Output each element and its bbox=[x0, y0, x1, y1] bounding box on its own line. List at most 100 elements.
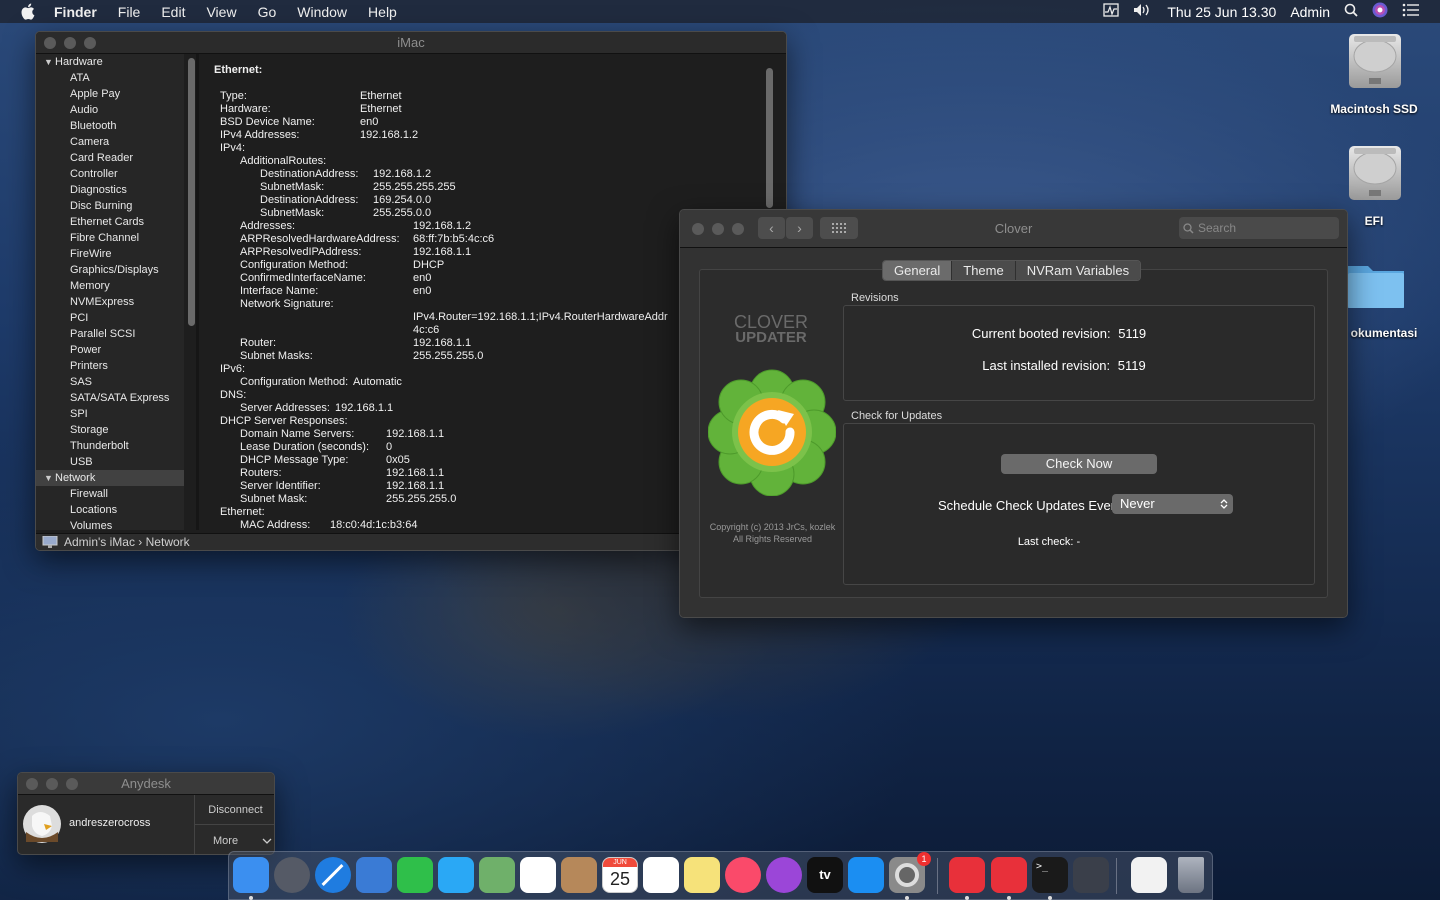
sidebar-item[interactable]: Audio bbox=[36, 102, 184, 118]
sidebar-item[interactable]: Storage bbox=[36, 422, 184, 438]
sidebar-item[interactable]: Controller bbox=[36, 166, 184, 182]
sidebar-item[interactable]: Volumes bbox=[36, 518, 184, 530]
menu-file[interactable]: File bbox=[118, 4, 141, 20]
usb-icon[interactable] bbox=[1073, 857, 1109, 893]
sidebar-item[interactable]: Diagnostics bbox=[36, 182, 184, 198]
maps-icon[interactable] bbox=[479, 857, 515, 893]
sidebar-item[interactable]: Apple Pay bbox=[36, 86, 184, 102]
menu-help[interactable]: Help bbox=[368, 4, 397, 20]
menu-go[interactable]: Go bbox=[258, 4, 277, 20]
menu-view[interactable]: View bbox=[206, 4, 236, 20]
check-now-button[interactable]: Check Now bbox=[1001, 454, 1157, 474]
window-titlebar[interactable]: Anydesk bbox=[18, 773, 274, 795]
sidebar-item[interactable]: ATA bbox=[36, 70, 184, 86]
sidebar-item[interactable]: PCI bbox=[36, 310, 184, 326]
trash-icon[interactable] bbox=[1178, 857, 1204, 893]
app-store-icon[interactable] bbox=[848, 857, 884, 893]
close-button[interactable] bbox=[44, 36, 56, 49]
close-button[interactable] bbox=[692, 222, 704, 235]
sidebar-item[interactable]: Memory bbox=[36, 278, 184, 294]
music-icon[interactable] bbox=[725, 857, 761, 893]
clover-window: ‹ › Clover Search CLOVER UPDATER Copyrig… bbox=[679, 209, 1348, 618]
sidebar-item[interactable]: Camera bbox=[36, 134, 184, 150]
zoom-button[interactable] bbox=[84, 36, 96, 49]
facetime-icon[interactable] bbox=[397, 857, 433, 893]
menu-app-finder[interactable]: Finder bbox=[54, 4, 97, 20]
sidebar-item[interactable]: ▼ Hardware bbox=[36, 54, 184, 70]
reminders-icon[interactable] bbox=[643, 857, 679, 893]
sidebar-item[interactable]: Disc Burning bbox=[36, 198, 184, 214]
tab-theme[interactable]: Theme bbox=[952, 261, 1016, 280]
notes-icon[interactable] bbox=[684, 857, 720, 893]
detail-key: SubnetMask: bbox=[260, 181, 325, 193]
disclosure-triangle-icon[interactable]: ▼ bbox=[44, 54, 55, 70]
clover-updater-logo-icon bbox=[708, 369, 836, 496]
sidebar-item[interactable]: NVMExpress bbox=[36, 294, 184, 310]
system-preferences-icon[interactable]: 1 bbox=[889, 852, 931, 893]
zoom-button[interactable] bbox=[732, 222, 744, 235]
zoom-button[interactable] bbox=[66, 777, 78, 790]
sidebar-item[interactable]: Locations bbox=[36, 502, 184, 518]
menu-window[interactable]: Window bbox=[297, 4, 347, 20]
messages-icon[interactable] bbox=[438, 857, 474, 893]
window-titlebar[interactable]: ‹ › Clover Search bbox=[680, 210, 1347, 248]
finder-icon[interactable] bbox=[233, 857, 269, 893]
forward-button[interactable]: › bbox=[786, 217, 813, 239]
safari-icon[interactable] bbox=[315, 857, 351, 893]
disconnect-button[interactable]: Disconnect bbox=[195, 795, 274, 825]
sidebar-item[interactable]: Printers bbox=[36, 358, 184, 374]
breadcrumb[interactable]: Admin's iMac › Network bbox=[64, 535, 190, 549]
launchpad-icon[interactable] bbox=[274, 857, 310, 893]
sidebar-item[interactable]: Firewall bbox=[36, 486, 184, 502]
sidebar-item[interactable]: SPI bbox=[36, 406, 184, 422]
show-all-button[interactable] bbox=[820, 217, 858, 239]
sidebar-item[interactable]: Graphics/Displays bbox=[36, 262, 184, 278]
sidebar-item[interactable]: Power bbox=[36, 342, 184, 358]
window-titlebar[interactable]: iMac bbox=[36, 32, 786, 54]
anydesk-icon[interactable] bbox=[949, 857, 985, 893]
volume-icon[interactable] bbox=[1133, 3, 1153, 20]
calendar-icon[interactable]: JUN 25 bbox=[602, 857, 638, 893]
tv-icon[interactable]: tv bbox=[807, 857, 843, 893]
sidebar-item[interactable]: Thunderbolt bbox=[36, 438, 184, 454]
sidebar-item[interactable]: Fibre Channel bbox=[36, 230, 184, 246]
sidebar-item[interactable]: SATA/SATA Express bbox=[36, 390, 184, 406]
notification-center-icon[interactable] bbox=[1402, 3, 1420, 20]
podcasts-icon[interactable] bbox=[766, 857, 802, 893]
sidebar-item[interactable]: Card Reader bbox=[36, 150, 184, 166]
desktop-icon-macintosh-ssd[interactable]: Macintosh SSD bbox=[1322, 30, 1426, 120]
back-button[interactable]: ‹ bbox=[758, 217, 785, 239]
sidebar-item[interactable]: ▼ Network bbox=[36, 470, 184, 486]
details-scrollbar[interactable] bbox=[766, 68, 773, 208]
sidebar-item[interactable]: Bluetooth bbox=[36, 118, 184, 134]
minimize-button[interactable] bbox=[64, 36, 76, 49]
mail-icon[interactable] bbox=[356, 857, 392, 893]
tab-nvram-variables[interactable]: NVRam Variables bbox=[1015, 261, 1141, 280]
contacts-icon[interactable] bbox=[561, 857, 597, 893]
sidebar-item[interactable]: USB bbox=[36, 454, 184, 470]
minimize-button[interactable] bbox=[46, 777, 58, 790]
sidebar-item[interactable]: Ethernet Cards bbox=[36, 214, 184, 230]
spotlight-search-icon[interactable] bbox=[1344, 3, 1358, 20]
sidebar-item[interactable]: Parallel SCSI bbox=[36, 326, 184, 342]
schedule-select[interactable]: Never bbox=[1112, 494, 1233, 514]
search-field[interactable]: Search bbox=[1179, 217, 1339, 239]
hard-drive-icon bbox=[1349, 146, 1401, 200]
menubar-clock[interactable]: Thu 25 Jun 13.30 bbox=[1167, 4, 1276, 20]
close-button[interactable] bbox=[26, 777, 38, 790]
anydesk-session-icon[interactable] bbox=[991, 857, 1027, 893]
photos-icon[interactable] bbox=[520, 857, 556, 893]
menu-edit[interactable]: Edit bbox=[161, 4, 185, 20]
tab-general[interactable]: General bbox=[883, 261, 953, 280]
document-icon[interactable] bbox=[1131, 857, 1167, 893]
apple-menu-icon[interactable] bbox=[20, 3, 36, 20]
minimize-button[interactable] bbox=[712, 222, 724, 235]
sidebar-scrollbar[interactable] bbox=[188, 58, 195, 326]
menubar-user[interactable]: Admin bbox=[1290, 4, 1330, 20]
terminal-icon[interactable]: >_ bbox=[1032, 857, 1068, 893]
sidebar-item[interactable]: FireWire bbox=[36, 246, 184, 262]
activity-monitor-icon[interactable] bbox=[1103, 3, 1119, 20]
sidebar-item[interactable]: SAS bbox=[36, 374, 184, 390]
siri-icon[interactable] bbox=[1372, 2, 1388, 21]
disclosure-triangle-icon[interactable]: ▼ bbox=[44, 470, 55, 486]
